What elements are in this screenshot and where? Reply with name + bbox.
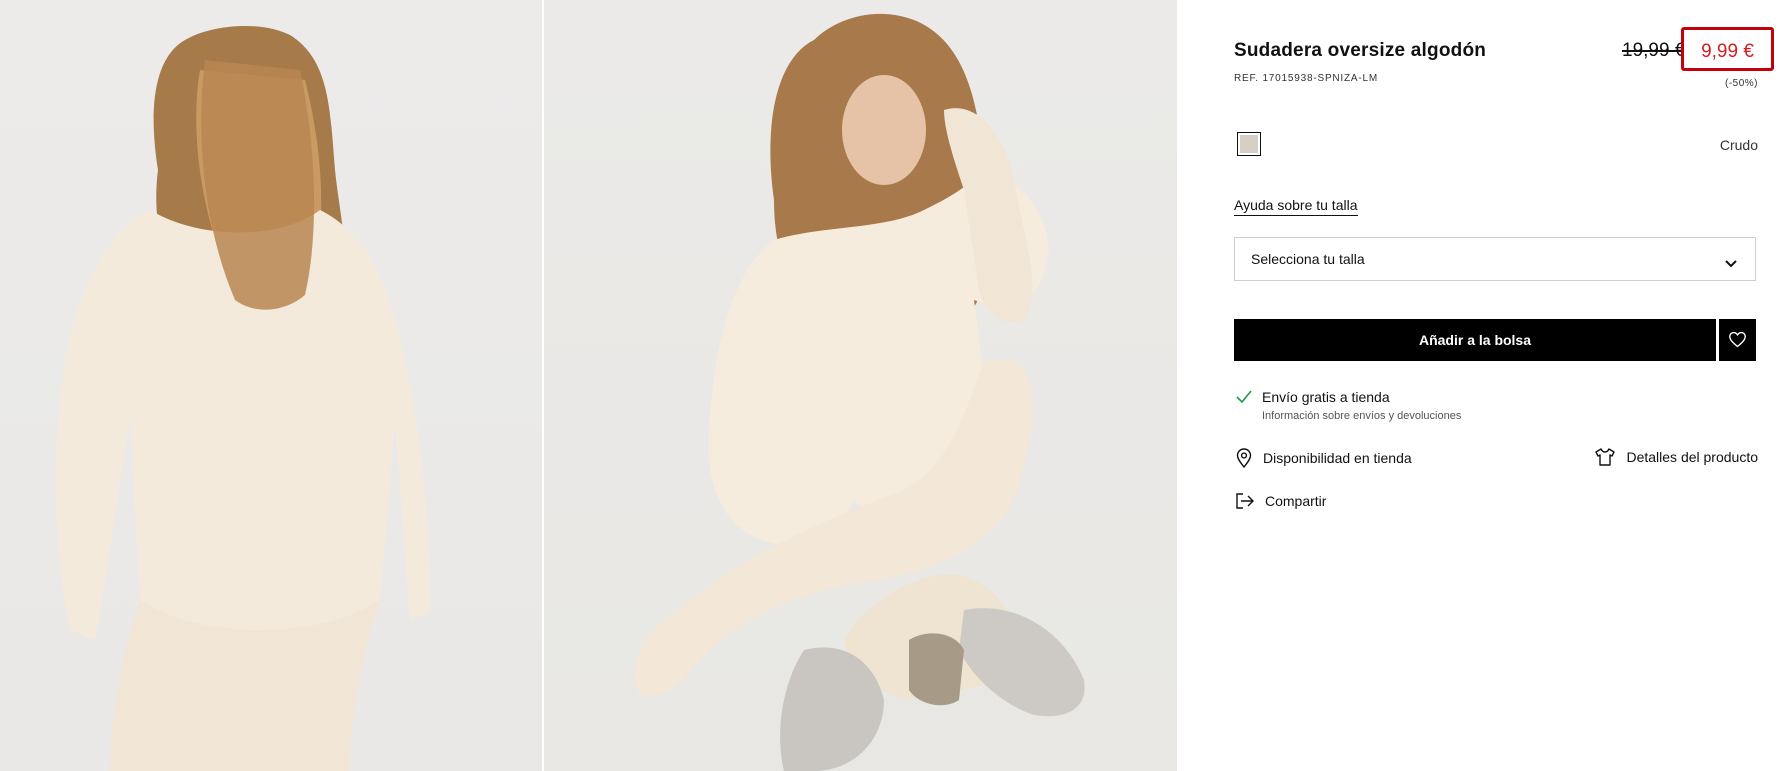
chevron-down-icon	[1725, 255, 1737, 273]
free-shipping-title: Envío gratis a tienda	[1262, 389, 1390, 405]
product-photo-back[interactable]	[0, 0, 542, 771]
color-swatch-fill	[1240, 135, 1258, 153]
store-availability-label: Disponibilidad en tienda	[1263, 450, 1412, 466]
color-swatch[interactable]	[1237, 132, 1261, 156]
product-info-panel: Sudadera oversize algodón REF. 17015938-…	[1177, 0, 1791, 771]
shipping-info-link[interactable]: Información sobre envíos y devoluciones	[1262, 410, 1461, 422]
share-label: Compartir	[1265, 493, 1327, 509]
favorite-button[interactable]	[1719, 319, 1756, 361]
product-details-label: Detalles del producto	[1626, 449, 1758, 465]
size-select-placeholder: Selecciona tu talla	[1251, 251, 1365, 267]
sale-price-highlight: 9,99 €	[1681, 27, 1774, 71]
original-price: 19,99 €	[1622, 40, 1686, 61]
product-details-link[interactable]: Detalles del producto	[1595, 448, 1758, 466]
discount-percent: (-50%)	[1724, 78, 1758, 89]
product-title: Sudadera oversize algodón	[1234, 40, 1487, 61]
add-to-bag-button[interactable]: Añadir a la bolsa	[1234, 319, 1716, 361]
sale-price: 9,99 €	[1701, 41, 1754, 62]
heart-icon	[1729, 331, 1746, 348]
color-name: Crudo	[1719, 137, 1758, 153]
checkmark-icon	[1236, 390, 1252, 408]
product-gallery	[0, 0, 1177, 771]
share-link[interactable]: Compartir	[1236, 493, 1326, 509]
share-icon	[1236, 493, 1254, 509]
tshirt-icon	[1595, 448, 1616, 466]
size-help-link[interactable]: Ayuda sobre tu talla	[1234, 197, 1358, 216]
product-photo-front[interactable]	[544, 0, 1177, 771]
product-ref: REF. 17015938-SPNIZA-LM	[1234, 73, 1379, 84]
size-select[interactable]: Selecciona tu talla	[1234, 237, 1756, 281]
store-availability-link[interactable]: Disponibilidad en tienda	[1236, 448, 1412, 468]
location-pin-icon	[1236, 448, 1252, 468]
